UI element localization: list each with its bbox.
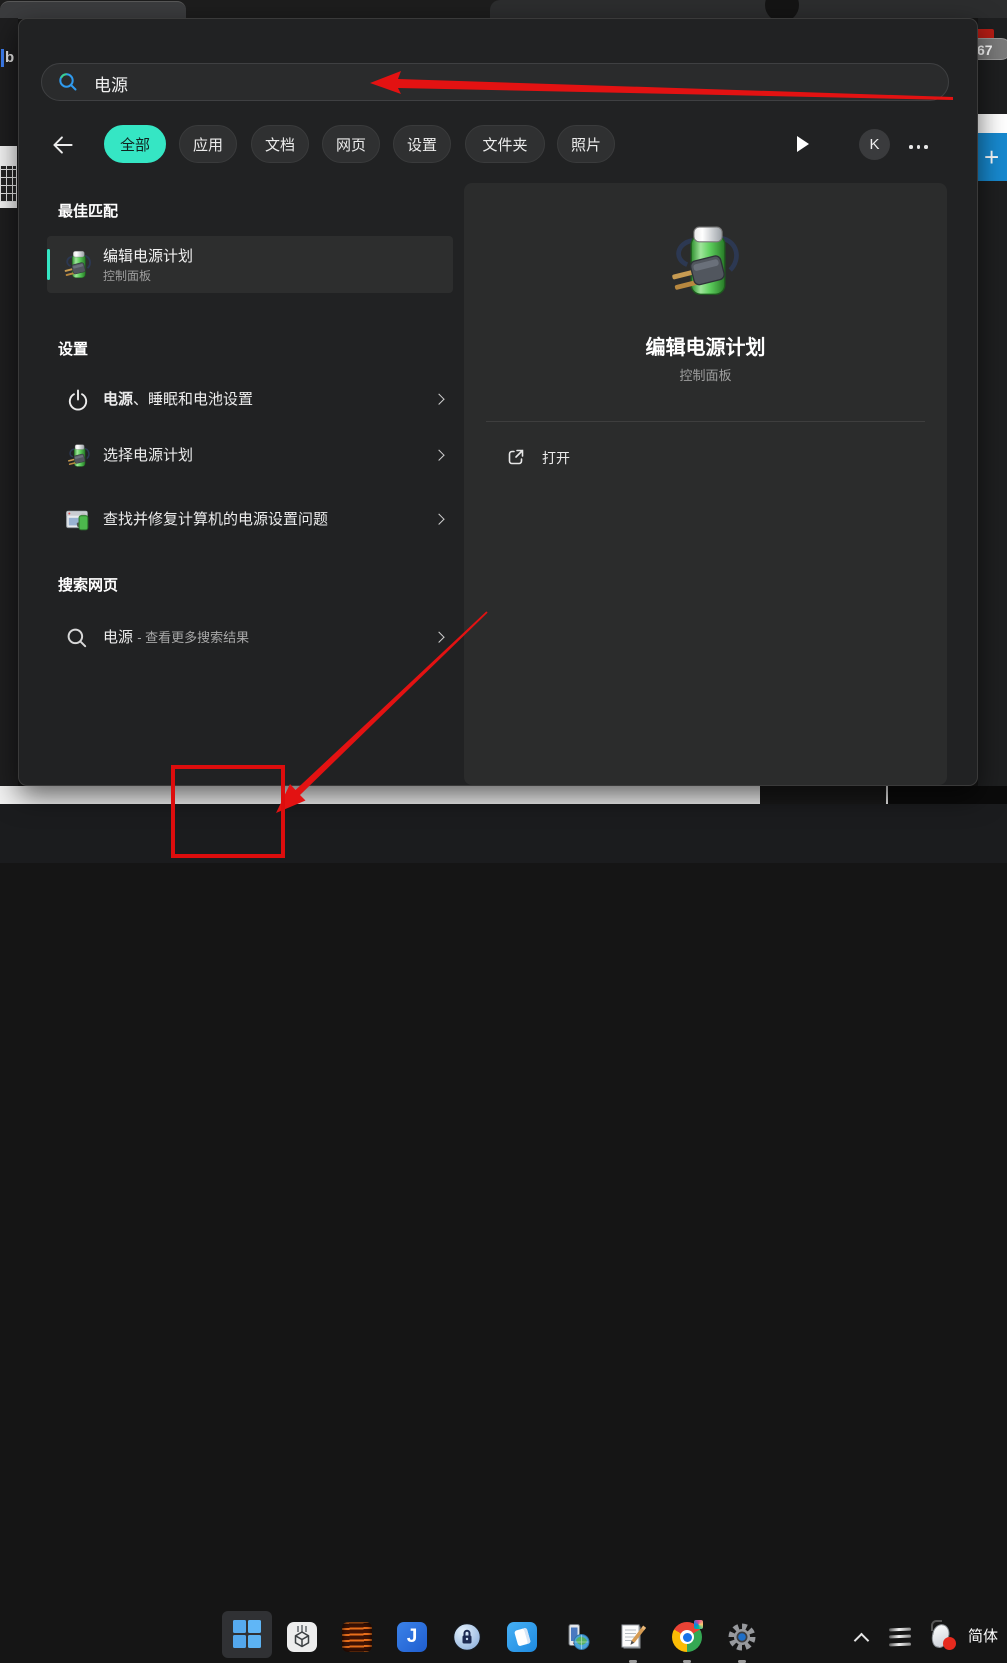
play-button[interactable]	[797, 136, 809, 152]
web-search-label: 电源 - 查看更多搜索结果	[103, 626, 403, 650]
tab-photos[interactable]: 照片	[557, 125, 615, 163]
notepad-app-icon[interactable]	[617, 1622, 647, 1652]
open-external-icon	[506, 447, 526, 467]
open-action-label: 打开	[542, 448, 570, 468]
best-match-item[interactable]: 编辑电源计划 控制面板	[47, 236, 453, 293]
phone-globe-icon	[562, 1622, 592, 1652]
search-input[interactable]	[92, 64, 696, 102]
tab-documents[interactable]: 文档	[251, 125, 309, 163]
record-dot	[943, 1637, 956, 1650]
user-avatar[interactable]: K	[859, 129, 890, 160]
tray-lines-app-icon[interactable]	[889, 1626, 913, 1648]
background-top-strip	[0, 0, 1007, 18]
tray-mouse-recorder-icon[interactable]	[929, 1620, 957, 1652]
windows-logo-icon	[233, 1620, 261, 1648]
tray-chevron-up-icon[interactable]	[854, 1633, 870, 1649]
book-icon	[514, 1628, 531, 1647]
web-search-row[interactable]: 电源 - 查看更多搜索结果	[47, 614, 453, 662]
tab-label: 全部	[120, 134, 150, 155]
chevron-right-icon	[433, 450, 444, 461]
tab-label: 文件夹	[482, 134, 527, 155]
chevron-right-icon	[433, 394, 444, 405]
setting-row-label: 查找并修复计算机的电源设置问题	[103, 508, 403, 532]
tab-label: 应用	[193, 134, 223, 155]
setting-row-label: 选择电源计划	[103, 444, 403, 468]
tab-label: 设置	[407, 134, 437, 155]
battery-plug-icon	[65, 442, 93, 470]
web-search-suffix: - 查看更多搜索结果	[137, 630, 249, 645]
setting-label-rest: 、睡眠和电池设置	[133, 391, 253, 408]
search-icon	[65, 626, 89, 650]
result-detail-pane: 编辑电源计划 控制面板 打开	[464, 183, 947, 785]
search-box[interactable]	[41, 63, 949, 101]
tab-label: 文档	[265, 134, 295, 155]
tab-label: 照片	[571, 134, 601, 155]
best-match-subtitle: 控制面板	[103, 267, 151, 284]
settings-header: 设置	[58, 338, 88, 359]
tab-all[interactable]: 全部	[104, 125, 166, 163]
setting-row-choose-power-plan[interactable]: 选择电源计划	[47, 433, 453, 479]
gear-icon	[727, 1622, 757, 1652]
chevron-right-icon	[433, 514, 444, 525]
web-search-query: 电源	[103, 629, 133, 646]
notepad-icon	[617, 1622, 647, 1652]
power-symbol-icon	[65, 387, 91, 413]
background-window-titlebar	[490, 0, 1007, 18]
background-sidebar-fragment	[978, 114, 1007, 133]
detail-subtitle: 控制面板	[464, 365, 947, 384]
search-icon	[57, 71, 79, 93]
j-app-glyph: J	[407, 1626, 418, 1648]
background-browser-tab	[0, 1, 186, 19]
best-match-header: 最佳匹配	[58, 200, 118, 221]
power-plan-battery-icon	[61, 248, 95, 282]
troubleshooter-icon	[65, 507, 91, 533]
setting-label-strong: 电源	[103, 391, 133, 408]
tab-folders[interactable]: 文件夹	[465, 125, 545, 163]
background-left-edge: b	[0, 18, 18, 786]
more-options-button[interactable]	[909, 142, 939, 152]
background-desktop-corner	[888, 786, 1007, 804]
back-button[interactable]	[49, 131, 85, 159]
setting-row-troubleshoot-power[interactable]: 查找并修复计算机的电源设置问题	[47, 489, 453, 551]
background-window-bottom	[0, 786, 760, 804]
lock-icon	[452, 1622, 482, 1652]
settings-gear-app-icon[interactable]	[727, 1622, 757, 1652]
setting-row-label: 电源、睡眠和电池设置	[103, 388, 403, 412]
chevron-right-icon	[433, 632, 444, 643]
j-app-icon[interactable]: J	[397, 1622, 427, 1652]
tab-web[interactable]: 网页	[322, 125, 380, 163]
start-button[interactable]	[222, 1611, 272, 1658]
package-icon	[287, 1622, 317, 1652]
search-flyout: 全部 应用 文档 网页 设置 文件夹 照片 K 最佳匹配 编辑电源计划 控制面板…	[18, 18, 978, 786]
tab-settings[interactable]: 设置	[393, 125, 451, 163]
phone-tools-app-icon[interactable]	[562, 1622, 592, 1652]
search-web-header: 搜索网页	[58, 574, 118, 595]
ime-language-indicator[interactable]: 简体	[968, 1628, 998, 1646]
table-icon	[0, 166, 16, 202]
best-match-title: 编辑电源计划	[103, 245, 193, 266]
taskbar: J	[0, 804, 1007, 863]
setting-row-power-sleep-battery[interactable]: 电源、睡眠和电池设置	[47, 377, 453, 423]
open-action-button[interactable]: 打开	[486, 437, 706, 477]
flame-app-icon[interactable]	[342, 1622, 372, 1652]
keepass-app-icon[interactable]	[452, 1622, 482, 1652]
chrome-profile-badge	[694, 1620, 703, 1629]
selection-accent-bar	[47, 249, 50, 280]
tab-label: 网页	[336, 134, 366, 155]
tab-apps[interactable]: 应用	[179, 125, 237, 163]
package-manager-app-icon[interactable]	[287, 1622, 317, 1652]
power-plan-battery-icon-large	[663, 219, 749, 305]
divider	[486, 421, 925, 422]
reader-app-icon[interactable]	[507, 1622, 537, 1652]
back-arrow-icon	[49, 131, 77, 159]
background-tab-title-fragment: b	[1, 49, 14, 67]
detail-title: 编辑电源计划	[464, 331, 947, 360]
web-search-suffix-text: - 查看更多搜索结果	[137, 630, 249, 645]
background-desktop-strip	[760, 786, 886, 804]
new-tab-plus-button[interactable]: +	[978, 133, 1007, 181]
